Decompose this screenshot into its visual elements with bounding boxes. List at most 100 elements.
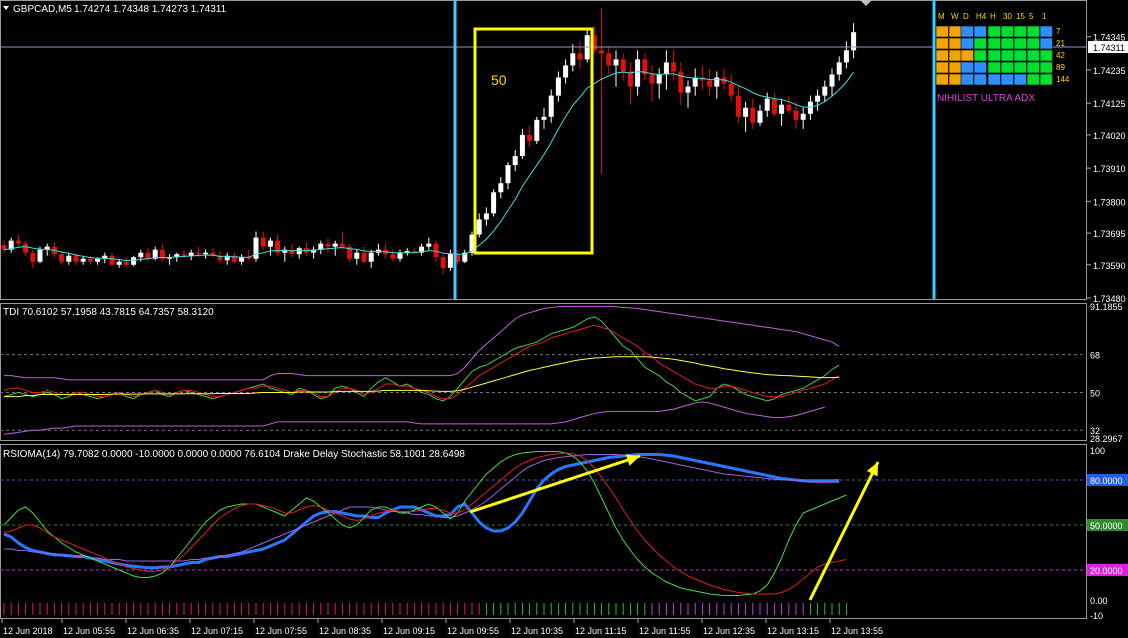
current-price-label: 1.74311 <box>1093 43 1125 53</box>
adx-indicator-label: NIHILIST ULTRA ADX <box>937 93 1035 104</box>
bull-candle <box>757 110 763 123</box>
bear-candle <box>390 254 396 259</box>
tdi-indicator-chart[interactable] <box>0 305 1087 435</box>
price-axis: 1.743451.742351.741251.740201.739101.738… <box>1087 33 1128 304</box>
symbol-label: GBPCAD,M5 <box>13 4 72 15</box>
level-box-label: 80.0000 <box>1090 476 1123 486</box>
mtf-cell <box>1039 25 1053 38</box>
timeframe-label: 15 <box>1016 12 1025 21</box>
tdi-mid-band <box>4 356 840 398</box>
bear-candle <box>195 252 201 255</box>
bull-candle <box>447 254 453 268</box>
mtf-cell <box>1026 61 1040 74</box>
bull-candle <box>807 101 813 114</box>
mtf-cell <box>1013 61 1027 74</box>
bear-candle <box>671 62 677 72</box>
mtf-cell <box>1039 37 1053 50</box>
bull-candle <box>116 261 122 265</box>
bull-candle <box>779 104 785 114</box>
mtf-cell <box>960 49 974 62</box>
bull-candle <box>332 243 338 247</box>
time-tick-label: 12 Jun 11:55 <box>639 626 690 636</box>
rsioma-header: RSIOMA(14) 79.7082 0.0000 -10.0000 0.000… <box>3 449 465 460</box>
bull-candle <box>635 59 641 87</box>
price-tick-label: 1.74235 <box>1093 66 1126 76</box>
bear-candle <box>620 59 626 72</box>
bull-candle <box>203 252 209 255</box>
mtf-cell <box>1013 49 1027 62</box>
main-price-chart[interactable] <box>0 8 1087 274</box>
bull-candle <box>663 62 669 75</box>
period-label: 21 <box>1056 39 1065 48</box>
bull-candle <box>397 252 403 259</box>
level-box-label: 20.0000 <box>1090 566 1123 576</box>
bull-candle <box>656 74 662 84</box>
period-label: 7 <box>1056 27 1061 36</box>
mtf-cell <box>973 73 987 86</box>
time-tick-label: 12 Jun 10:35 <box>511 626 563 636</box>
bear-candle <box>109 255 115 265</box>
bear-candle <box>577 53 583 60</box>
time-tick-label: 12 Jun 2018 <box>3 626 53 636</box>
rsioma-panel-frame <box>0 444 1087 619</box>
bull-candle <box>253 237 259 259</box>
mtf-cell <box>948 37 962 50</box>
bear-candle <box>73 255 79 262</box>
bull-candle <box>692 77 698 87</box>
shift-marker-icon[interactable] <box>860 0 872 6</box>
bear-candle <box>361 252 367 262</box>
bear-candle <box>145 252 151 259</box>
bull-candle <box>541 116 547 120</box>
price-tick-label: 1.73590 <box>1093 261 1126 271</box>
time-tick-label: 12 Jun 05:55 <box>63 626 115 636</box>
bull-candle <box>613 59 619 66</box>
price-tick-label: 1.73800 <box>1093 197 1126 207</box>
arrow-head <box>625 454 640 466</box>
chart-canvas[interactable]: 50 GBPCAD,M5 1.74274 1.74348 1.74273 1.7… <box>0 0 1128 638</box>
mtf-cell <box>987 37 1001 50</box>
mtf-cell <box>1013 37 1027 50</box>
mtf-cell <box>948 49 962 62</box>
bull-candle <box>548 95 554 117</box>
bear-candle <box>339 243 345 247</box>
tdi-axis-label: 91.1855 <box>1090 302 1123 312</box>
rsioma-indicator-chart[interactable] <box>0 451 1087 616</box>
mtf-cell <box>935 61 949 74</box>
mtf-cell <box>1000 49 1014 62</box>
bull-candle <box>368 252 374 262</box>
bear-candle <box>771 98 777 114</box>
bear-candle <box>750 107 756 123</box>
bull-candle <box>843 50 849 63</box>
tdi-lower-band <box>3 401 825 435</box>
bull-candle <box>296 248 302 255</box>
mtf-cell <box>1039 73 1053 86</box>
rsioma-axis-label: -10 <box>1090 611 1103 621</box>
time-tick-label: 12 Jun 13:55 <box>831 626 883 636</box>
tdi-axis: 91.185568503228.2967 <box>1090 302 1123 444</box>
trend-arrows <box>469 454 880 601</box>
bull-candle <box>555 77 561 96</box>
bull-candle <box>815 95 821 102</box>
price-tick-label: 1.74125 <box>1093 99 1126 109</box>
bull-candle <box>829 74 835 87</box>
bear-candle <box>728 83 734 96</box>
collapse-arrow-icon[interactable] <box>3 6 9 10</box>
mtf-signal-grid: M W D H4 H 30 15 5 17 21 42 89 144 <box>935 12 1070 86</box>
mtf-cell <box>960 25 974 38</box>
bull-candle <box>188 252 194 256</box>
bull-candle <box>80 258 86 262</box>
bear-candle <box>325 243 331 247</box>
bear-candle <box>181 254 187 256</box>
bear-candle <box>707 80 713 87</box>
mtf-cell <box>1000 73 1014 86</box>
mtf-cell <box>973 49 987 62</box>
timeframe-label: 30 <box>1003 12 1012 21</box>
bear-candle <box>30 252 36 262</box>
bear-candle <box>678 71 684 93</box>
mtf-cell <box>960 73 974 86</box>
timeframe-label: D <box>963 12 969 21</box>
bull-candle <box>95 258 101 262</box>
mtf-cell <box>935 37 949 50</box>
price-tick-label: 1.73910 <box>1093 164 1126 174</box>
mtf-cell <box>935 25 949 38</box>
